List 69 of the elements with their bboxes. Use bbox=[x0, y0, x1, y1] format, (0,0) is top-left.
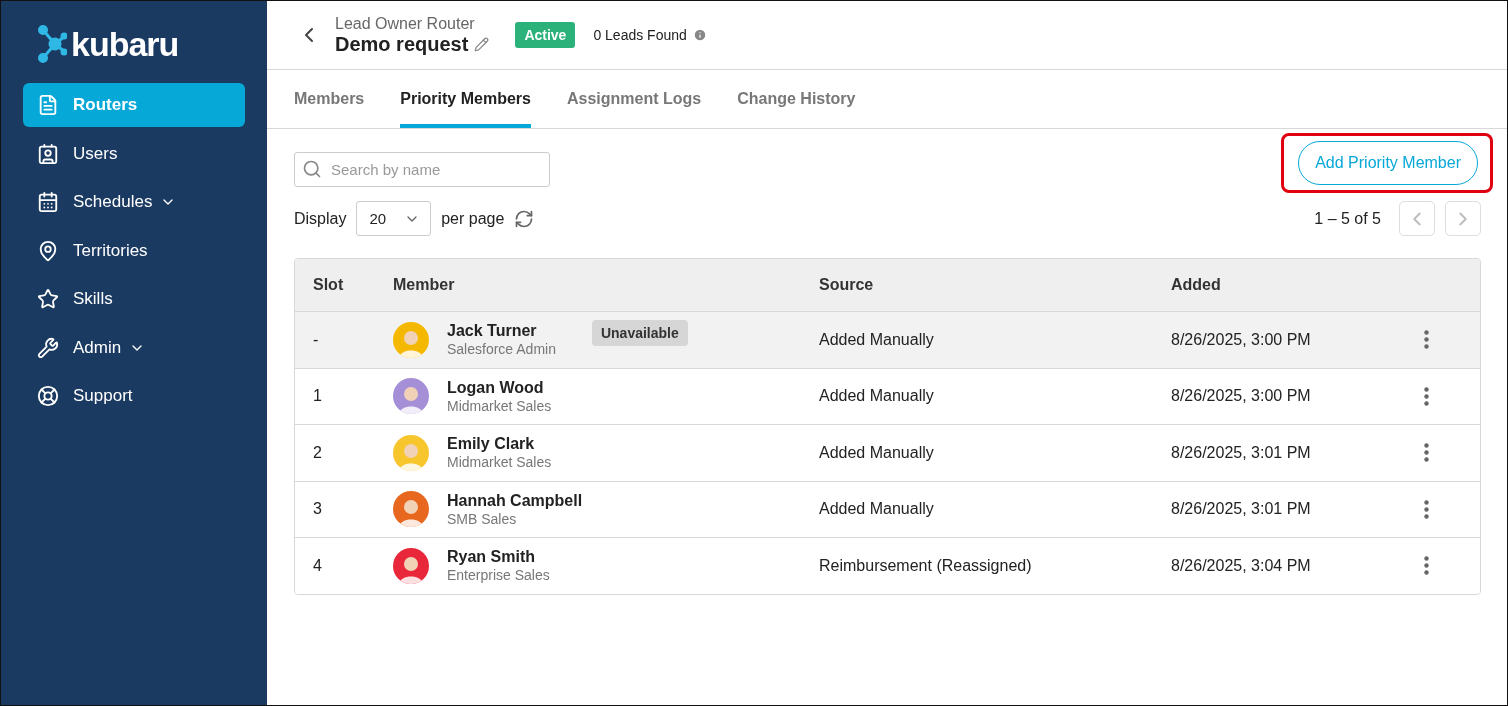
added-cell-text: 8/26/2025, 3:00 PM bbox=[1171, 387, 1312, 406]
tab[interactable]: Change History bbox=[737, 70, 856, 128]
slot-cell-text: 2 bbox=[313, 443, 323, 462]
brand-name: kubaru bbox=[71, 24, 179, 64]
vertical-dots-icon bbox=[1424, 443, 1429, 463]
column-header: Slot bbox=[313, 276, 345, 294]
slot-cell-text: 1 bbox=[313, 387, 323, 406]
tab[interactable]: Assignment Logs bbox=[566, 70, 702, 128]
added-cell-text: 8/26/2025, 3:01 PM bbox=[1171, 500, 1312, 519]
sidebar-item[interactable]: Territories bbox=[23, 228, 245, 273]
source-cell-text: Added Manually bbox=[819, 443, 935, 462]
star-icon bbox=[37, 288, 59, 310]
member-name: Jack Turner bbox=[447, 321, 538, 341]
vertical-dots-icon bbox=[1424, 499, 1429, 519]
page-range: 1 – 5 of 5 bbox=[1314, 209, 1381, 228]
tab[interactable]: Priority Members bbox=[400, 70, 531, 128]
member-name: Logan Wood bbox=[447, 377, 545, 397]
document-icon bbox=[37, 94, 59, 116]
source-cell-text: Added Manually bbox=[819, 387, 935, 406]
contact-card-icon bbox=[37, 142, 59, 165]
column-header: Member bbox=[393, 276, 456, 294]
wrench-icon bbox=[37, 336, 59, 359]
person-silhouette-icon bbox=[398, 384, 424, 415]
search-icon bbox=[302, 158, 322, 179]
vertical-dots-icon bbox=[1424, 556, 1429, 576]
per-page-label: per page bbox=[441, 209, 505, 228]
person-silhouette-icon bbox=[398, 497, 424, 528]
display-label: Display bbox=[294, 209, 347, 228]
source-cell-text: Added Manually bbox=[819, 330, 935, 349]
vertical-dots-icon bbox=[1424, 386, 1429, 406]
breadcrumb: Lead Owner Router bbox=[335, 14, 476, 33]
added-cell-text: 8/26/2025, 3:00 PM bbox=[1171, 330, 1312, 349]
map-pin-icon bbox=[37, 239, 59, 262]
pencil-icon[interactable] bbox=[474, 36, 490, 52]
source-cell-text: Reimbursement (Reassigned) bbox=[819, 556, 1033, 575]
refresh-icon[interactable] bbox=[514, 208, 535, 229]
member-role: Salesforce Admin bbox=[447, 340, 556, 359]
page-size-select[interactable]: 20 bbox=[356, 201, 432, 236]
column-header: Source bbox=[819, 276, 875, 294]
vertical-dots-icon bbox=[1424, 330, 1429, 350]
member-name: Emily Clark bbox=[447, 434, 536, 454]
sidebar-item[interactable]: Support bbox=[23, 374, 245, 418]
member-name: Ryan Smith bbox=[447, 547, 536, 567]
member-role: Midmarket Sales bbox=[447, 453, 552, 472]
logo-mark-icon bbox=[37, 24, 67, 64]
member-role: SMB Sales bbox=[447, 509, 518, 528]
member-name: Hannah Campbell bbox=[447, 490, 583, 510]
lifebuoy-icon bbox=[37, 385, 59, 407]
sidebar-item[interactable]: Schedules bbox=[23, 180, 245, 224]
unavailable-badge: Unavailable bbox=[591, 319, 688, 346]
slot-cell-text: - bbox=[313, 330, 320, 349]
search-field[interactable]: Search by name bbox=[294, 151, 550, 187]
added-cell-text: 8/26/2025, 3:04 PM bbox=[1171, 556, 1312, 575]
column-header: Added bbox=[1171, 276, 1222, 294]
added-cell-text: 8/26/2025, 3:01 PM bbox=[1171, 443, 1312, 462]
sidebar-item[interactable]: Admin bbox=[23, 325, 245, 370]
member-role: Midmarket Sales bbox=[447, 396, 552, 415]
router-title: Demo request bbox=[335, 32, 469, 56]
source-cell-text: Added Manually bbox=[819, 500, 935, 519]
leads-count: 0 Leads Found bbox=[593, 27, 687, 43]
slot-cell-text: 4 bbox=[313, 556, 323, 575]
info-icon[interactable] bbox=[692, 28, 707, 42]
sidebar-item[interactable]: Skills bbox=[23, 277, 245, 321]
sidebar-item[interactable]: Users bbox=[23, 131, 245, 176]
member-role: Enterprise Sales bbox=[447, 566, 550, 585]
calendar-icon bbox=[37, 191, 59, 213]
tab[interactable]: Members bbox=[294, 70, 365, 128]
status-badge: Active bbox=[515, 22, 576, 48]
slot-cell-text: 3 bbox=[313, 500, 323, 519]
